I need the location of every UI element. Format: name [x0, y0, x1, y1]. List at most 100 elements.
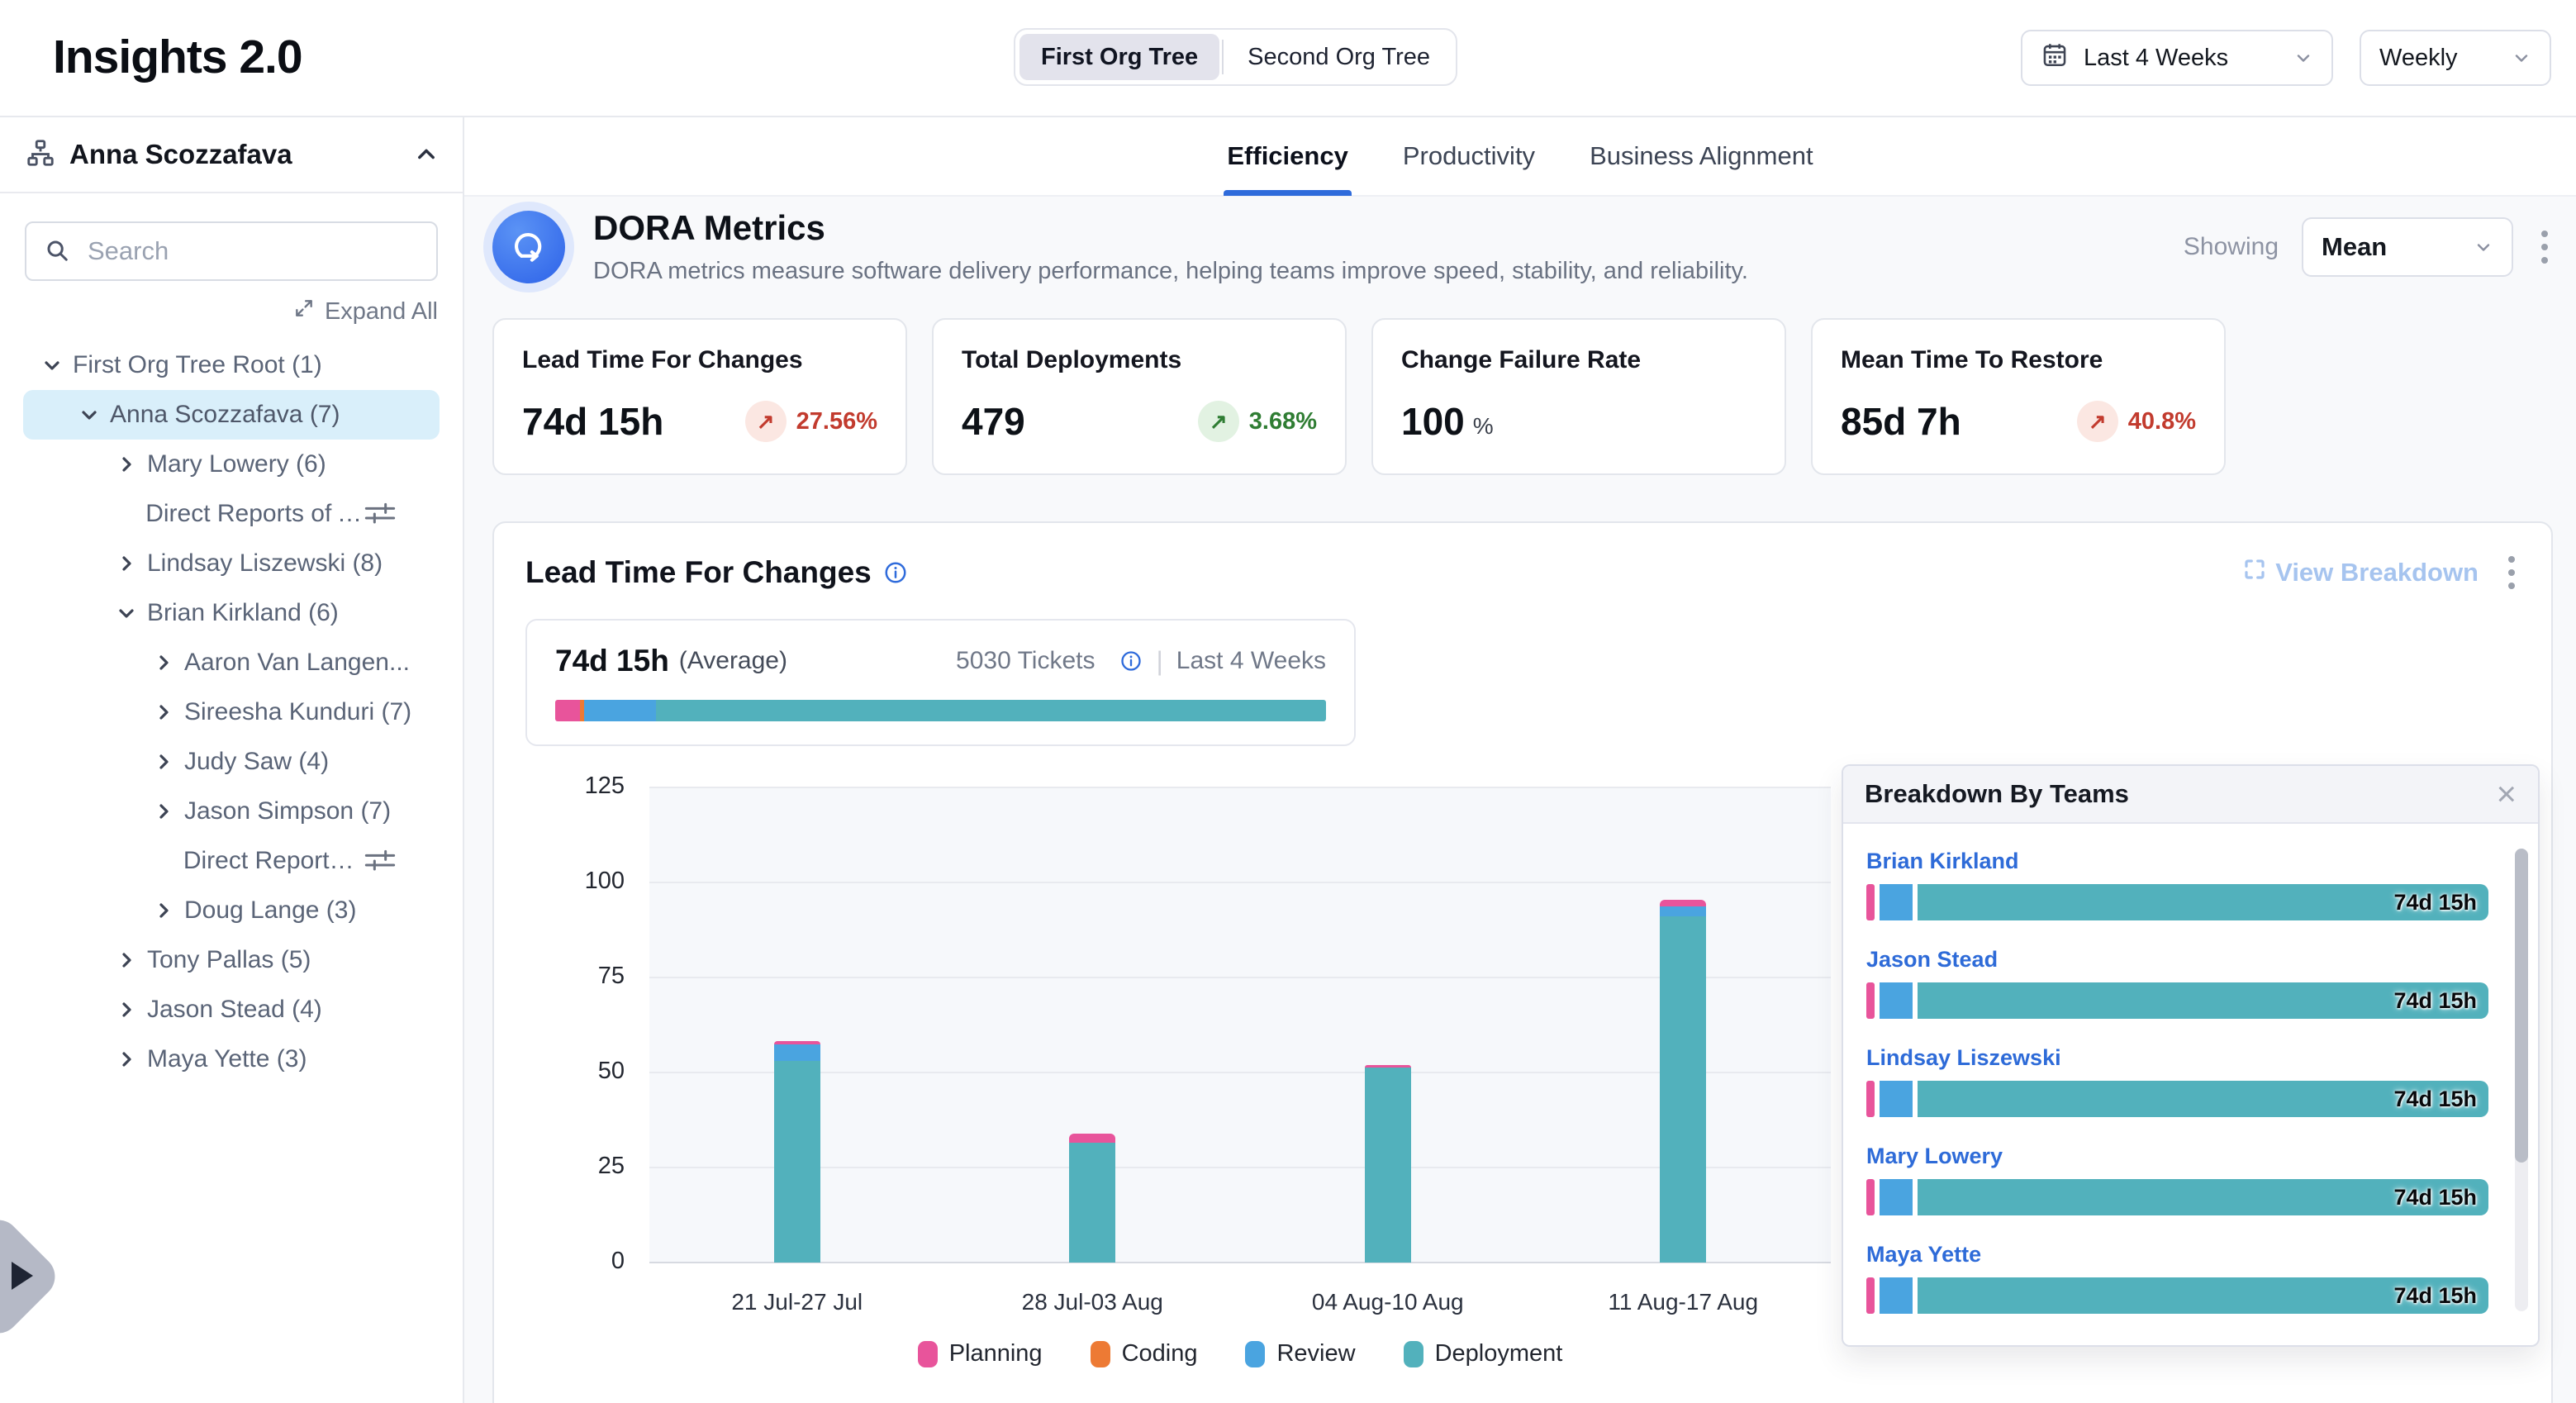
tree-item-brian-kirkland-6[interactable]: Brian Kirkland (6)	[0, 588, 463, 638]
legend-label: Deployment	[1435, 1340, 1563, 1367]
chevron-down-icon[interactable]	[116, 603, 137, 623]
chevron-right-icon[interactable]	[153, 702, 174, 722]
chevron-right-icon[interactable]	[153, 801, 174, 821]
chart-column-21-jul-27-jul	[649, 787, 945, 1263]
tree-item-doug-lange-3[interactable]: Doug Lange (3)	[0, 886, 463, 935]
filter-sliders-icon[interactable]	[364, 847, 397, 875]
legend-label: Planning	[949, 1340, 1043, 1367]
stacked-bar-28-jul-03-aug	[1069, 1134, 1115, 1263]
org-chart-icon	[25, 137, 56, 173]
granularity-select[interactable]: Weekly	[2360, 30, 2551, 86]
metric-card-total-deployments: Total Deployments479↗3.68%	[932, 318, 1347, 475]
tree-item-jason-stead-4[interactable]: Jason Stead (4)	[0, 985, 463, 1034]
team-lead-time-bar: 74d 15h	[1866, 982, 2488, 1019]
bar-segment-planning	[1069, 1134, 1115, 1144]
period-label: Last 4 Weeks	[1176, 647, 1326, 675]
expand-all-icon	[293, 297, 315, 326]
search-input[interactable]	[25, 221, 438, 281]
header-controls: Last 4 Weeks Weekly	[2021, 30, 2551, 86]
tab-efficiency[interactable]: Efficiency	[1227, 117, 1347, 196]
team-name-link[interactable]: Maya Yette	[1866, 1242, 2488, 1267]
team-bar-planning-segment	[1866, 1081, 1875, 1117]
kebab-menu-icon[interactable]	[2536, 226, 2553, 269]
chevron-down-icon[interactable]	[78, 405, 100, 425]
info-icon[interactable]	[1119, 649, 1143, 673]
metric-value: 100	[1401, 399, 1465, 444]
chevron-right-icon[interactable]	[153, 901, 174, 920]
tree-item-label: First Org Tree Root (1)	[73, 351, 322, 379]
team-name-link[interactable]: Jason Stead	[1866, 947, 2488, 973]
trend-up-arrow-icon: ↗	[745, 401, 787, 442]
main-tabs: Efficiency Productivity Business Alignme…	[464, 117, 2576, 197]
tree-item-first-org-tree-root-1[interactable]: First Org Tree Root (1)	[0, 340, 463, 390]
aggregation-select[interactable]: Mean	[2302, 217, 2513, 277]
calendar-icon	[2041, 40, 2069, 75]
metric-card-mean-time-to-restore: Mean Time To Restore85d 7h↗40.8%	[1811, 318, 2226, 475]
bar-segment-deployment	[1365, 1068, 1411, 1263]
tree-item-maya-yette-3[interactable]: Maya Yette (3)	[0, 1034, 463, 1084]
team-name-link[interactable]: Lindsay Liszewski	[1866, 1045, 2488, 1071]
kebab-menu-icon[interactable]	[2503, 551, 2520, 594]
collapse-arrow-icon[interactable]	[12, 1262, 33, 1290]
close-icon[interactable]: ×	[2496, 777, 2517, 811]
expand-all-button[interactable]: Expand All	[25, 297, 438, 326]
date-range-select[interactable]: Last 4 Weeks	[2021, 30, 2333, 86]
stacked-bar-21-jul-27-jul	[774, 1041, 820, 1263]
tree-item-aaron-van-langen[interactable]: Aaron Van Langen...	[0, 638, 463, 687]
metric-unit: %	[1473, 413, 1494, 440]
chevron-right-icon[interactable]	[116, 950, 137, 970]
chevron-right-icon[interactable]	[116, 1049, 137, 1069]
bar-segment-deployment	[774, 1061, 820, 1263]
team-bar-review-segment	[1880, 884, 1913, 920]
y-tick-label: 75	[525, 963, 625, 990]
chevron-up-icon[interactable]	[415, 143, 438, 166]
metric-value-row: 85d 7h↗40.8%	[1841, 399, 2196, 444]
view-breakdown-button[interactable]: View Breakdown	[2242, 557, 2479, 588]
chevron-right-icon[interactable]	[116, 554, 137, 573]
toggle-first-org-tree[interactable]: First Org Tree	[1019, 34, 1219, 80]
legend-item-planning: Planning	[918, 1340, 1043, 1367]
info-icon[interactable]	[883, 560, 908, 585]
tree-item-tony-pallas-5[interactable]: Tony Pallas (5)	[0, 935, 463, 985]
tree-item-direct-reports[interactable]: Direct Reports ...	[0, 836, 463, 886]
team-name-link[interactable]: Mary Lowery	[1866, 1144, 2488, 1169]
chevron-right-icon[interactable]	[116, 1000, 137, 1020]
metric-value: 85d 7h	[1841, 399, 1961, 444]
tab-productivity[interactable]: Productivity	[1403, 117, 1535, 196]
team-lead-time-value: 74d 15h	[2393, 988, 2477, 1014]
toggle-divider	[1222, 40, 1224, 74]
y-tick-label: 25	[525, 1153, 625, 1180]
x-axis-label: 04 Aug-10 Aug	[1240, 1289, 1536, 1315]
tree-item-sireesha-kunduri-7[interactable]: Sireesha Kunduri (7)	[0, 687, 463, 737]
dora-metrics-icon	[492, 211, 565, 283]
metric-card-lead-time-for-changes: Lead Time For Changes74d 15h↗27.56%	[492, 318, 907, 475]
tree-item-lindsay-liszewski-8[interactable]: Lindsay Liszewski (8)	[0, 539, 463, 588]
chevron-right-icon[interactable]	[153, 752, 174, 772]
dora-description: DORA metrics measure software delivery p…	[593, 258, 1748, 285]
main-content: DORA Metrics DORA metrics measure softwa…	[464, 197, 2576, 1403]
team-row-jason-stead: Jason Stead 74d 15h	[1866, 947, 2488, 1019]
tree-item-anna-scozzafava-7[interactable]: Anna Scozzafava (7)	[23, 390, 440, 440]
section-controls: View Breakdown	[2242, 551, 2520, 594]
chevron-down-icon[interactable]	[41, 355, 63, 375]
search-icon	[45, 238, 69, 267]
team-name-link[interactable]: Brian Kirkland	[1866, 849, 2488, 874]
toggle-second-org-tree[interactable]: Second Org Tree	[1226, 34, 1452, 80]
granularity-value: Weekly	[2379, 45, 2458, 72]
chevron-right-icon[interactable]	[153, 653, 174, 673]
filter-sliders-icon[interactable]	[364, 500, 397, 528]
sidebar-header[interactable]: Anna Scozzafava	[0, 117, 463, 193]
tree-item-jason-simpson-7[interactable]: Jason Simpson (7)	[0, 787, 463, 836]
tree-item-mary-lowery-6[interactable]: Mary Lowery (6)	[0, 440, 463, 489]
metric-card-title: Lead Time For Changes	[522, 346, 877, 374]
tree-item-direct-reports-of-a[interactable]: Direct Reports of A...	[0, 489, 463, 539]
tab-business-alignment[interactable]: Business Alignment	[1590, 117, 1813, 196]
team-row-mary-lowery: Mary Lowery74d 15h	[1866, 1144, 2488, 1215]
team-bar-review-segment	[1880, 1081, 1913, 1117]
x-axis-label: 28 Jul-03 Aug	[945, 1289, 1241, 1315]
section-title: Lead Time For Changes	[525, 555, 872, 590]
panel-scrollbar-thumb[interactable]	[2515, 849, 2528, 1163]
legend-item-review: Review	[1245, 1340, 1355, 1367]
chevron-right-icon[interactable]	[116, 454, 137, 474]
tree-item-judy-saw-4[interactable]: Judy Saw (4)	[0, 737, 463, 787]
